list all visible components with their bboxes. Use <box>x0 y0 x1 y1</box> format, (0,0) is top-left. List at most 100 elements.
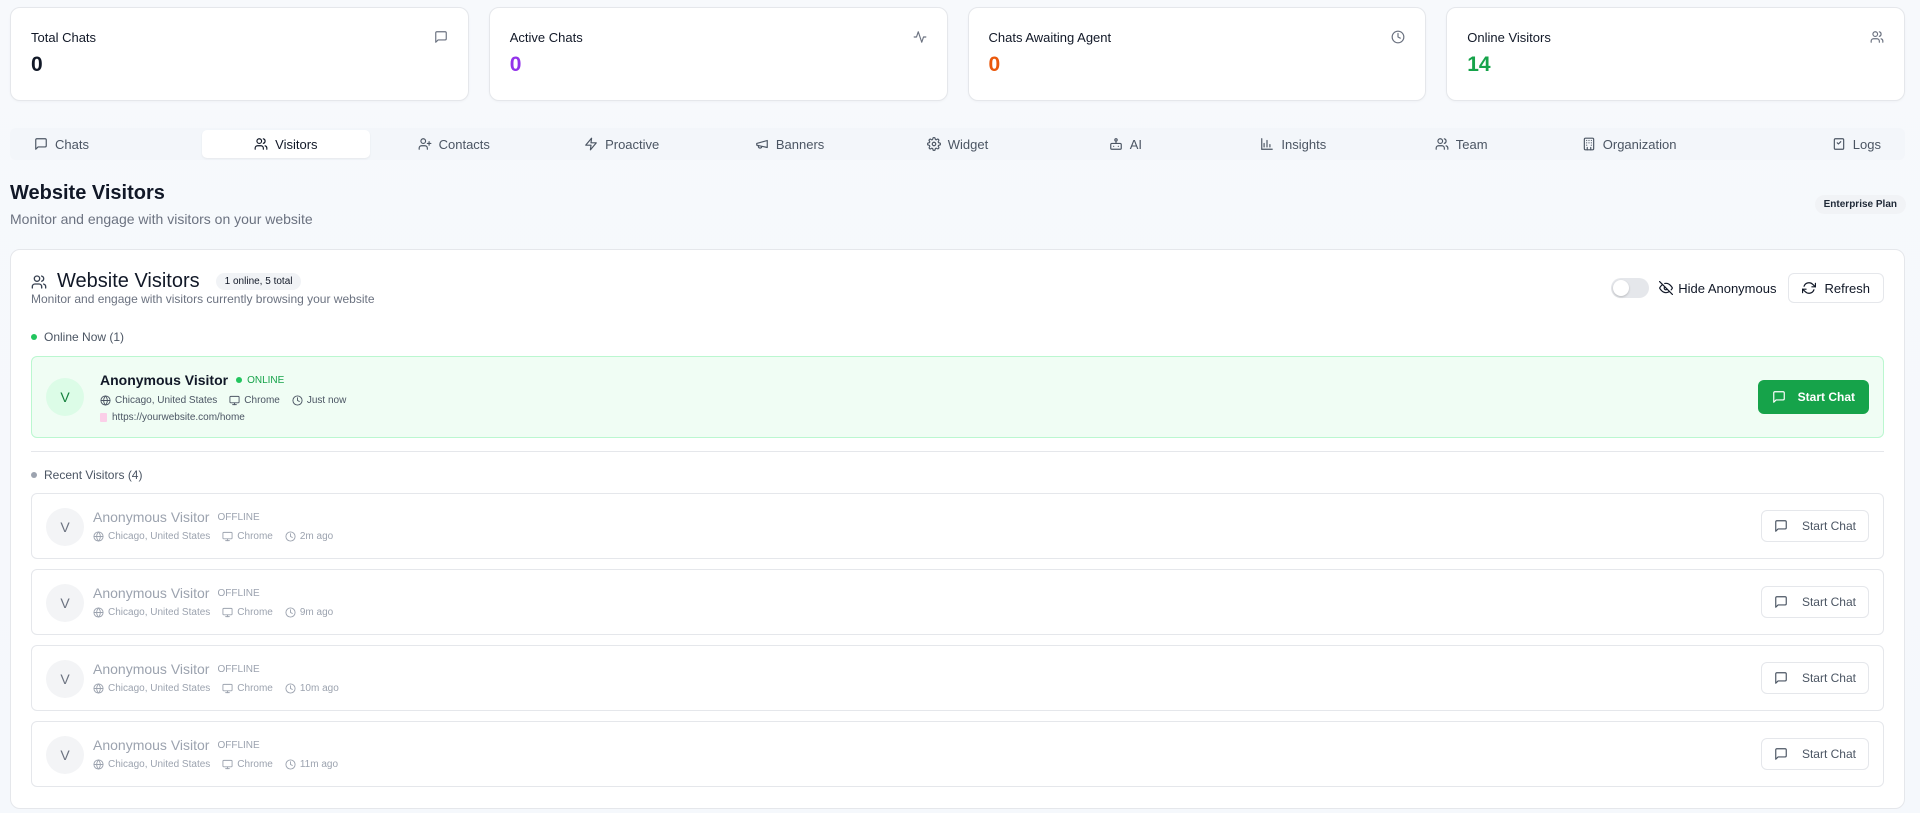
tab-label: Insights <box>1281 136 1327 152</box>
stat-value: 0 <box>31 53 43 76</box>
tab-organization[interactable]: Organization <box>1545 130 1713 158</box>
page-icon <box>100 413 107 422</box>
stat-label: Chats Awaiting Agent <box>988 30 1112 45</box>
visitor-name: Anonymous Visitor <box>93 509 210 525</box>
tab-label: Visitors <box>275 136 318 152</box>
start-chat-label: Start Chat <box>1801 671 1856 685</box>
browser-text: Chrome <box>237 759 273 770</box>
avatar: V <box>46 660 84 698</box>
refresh-icon <box>1802 281 1817 295</box>
avatar: V <box>46 378 84 416</box>
visitor-time: 9m ago <box>285 607 333 618</box>
location-text: Chicago, United States <box>108 531 211 542</box>
tab-insights[interactable]: Insights <box>1209 130 1377 158</box>
tab-logs[interactable]: Logs <box>1713 130 1905 158</box>
start-chat-label: Start Chat <box>1801 595 1856 609</box>
tab-contacts[interactable]: Contacts <box>370 130 538 158</box>
start-chat-button[interactable]: Start Chat <box>1760 662 1869 694</box>
panel-subtitle: Monitor and engage with visitors current… <box>31 292 375 306</box>
hide-anonymous-toggle[interactable] <box>1611 278 1650 298</box>
tab-label: Proactive <box>605 136 660 152</box>
start-chat-button[interactable]: Start Chat <box>1757 380 1869 414</box>
users-icon <box>31 274 47 290</box>
globe-icon <box>93 531 104 542</box>
clock-icon <box>285 683 296 694</box>
stat-card-online-visitors: Online Visitors 14 <box>1446 7 1905 101</box>
visitor-card-recent: V Anonymous Visitor OFFLINE Chicago, Uni… <box>31 721 1884 787</box>
tab-label: Organization <box>1602 136 1677 152</box>
message-square-icon <box>1774 595 1788 609</box>
visitor-name-row: Anonymous Visitor OFFLINE <box>93 509 260 525</box>
start-chat-button[interactable]: Start Chat <box>1760 586 1869 618</box>
tab-label: Widget <box>947 136 989 152</box>
monitor-icon <box>222 607 233 618</box>
visitor-current-url: https://yourwebsite.com/home <box>100 412 245 423</box>
hide-anonymous-label: Hide Anonymous <box>1678 280 1777 296</box>
tab-proactive[interactable]: Proactive <box>538 130 706 158</box>
stat-value: 0 <box>988 53 1001 76</box>
online-section-label: Online Now (1) <box>31 330 124 344</box>
browser-text: Chrome <box>244 395 280 406</box>
avatar: V <box>46 736 84 774</box>
visitor-browser: Chrome <box>229 395 280 406</box>
globe-icon <box>93 607 104 618</box>
activity-icon <box>913 30 927 44</box>
file-icon <box>1832 137 1846 151</box>
visitor-browser: Chrome <box>222 759 273 770</box>
status-badge: OFFLINE <box>217 587 260 599</box>
visitor-browser: Chrome <box>222 531 273 542</box>
visitor-location: Chicago, United States <box>93 607 210 618</box>
toggle-knob <box>1613 280 1630 296</box>
globe-icon <box>100 395 111 406</box>
tab-label: Contacts <box>438 136 490 152</box>
visitor-meta: Chicago, United States Chrome Just now <box>100 395 346 406</box>
stat-card-total-chats: Total Chats 0 <box>10 7 469 101</box>
visitor-card-recent: V Anonymous Visitor OFFLINE Chicago, Uni… <box>31 569 1884 635</box>
main-tabs: Chats Visitors Contacts Proactive Banner… <box>10 128 1905 160</box>
visitor-time: 11m ago <box>285 759 338 770</box>
tab-team[interactable]: Team <box>1377 130 1545 158</box>
start-chat-button[interactable]: Start Chat <box>1760 510 1869 542</box>
monitor-icon <box>222 531 233 542</box>
time-text: 11m ago <box>299 759 339 770</box>
message-square-icon <box>1774 519 1788 533</box>
panel-title: Website Visitors <box>57 270 200 292</box>
url-text: https://yourwebsite.com/home <box>112 412 245 423</box>
time-text: Just now <box>306 395 347 406</box>
browser-text: Chrome <box>237 531 273 542</box>
gear-icon <box>926 137 941 151</box>
users-icon <box>1435 137 1449 151</box>
plan-badge: Enterprise Plan <box>1814 195 1906 214</box>
monitor-icon <box>229 395 240 406</box>
visitor-location: Chicago, United States <box>93 683 210 694</box>
refresh-button[interactable]: Refresh <box>1788 273 1884 303</box>
clock-icon <box>1391 30 1405 44</box>
visitor-name-row: Anonymous Visitor OFFLINE <box>93 585 260 601</box>
start-chat-label: Start Chat <box>1797 390 1855 404</box>
users-icon <box>1870 30 1884 44</box>
visitor-location: Chicago, United States <box>93 531 210 542</box>
visitor-name-row: Anonymous Visitor ONLINE <box>100 372 284 388</box>
status-badge: OFFLINE <box>217 511 260 523</box>
recent-section-label: Recent Visitors (4) <box>31 468 142 482</box>
time-text: 9m ago <box>299 607 334 618</box>
start-chat-label: Start Chat <box>1801 747 1856 761</box>
visitor-name-row: Anonymous Visitor OFFLINE <box>93 661 260 677</box>
visitor-location: Chicago, United States <box>93 759 210 770</box>
visitor-meta: Chicago, United States Chrome 10m ago <box>93 683 339 694</box>
online-dot <box>236 377 243 383</box>
hide-anonymous-label-wrap: Hide Anonymous <box>1659 281 1776 296</box>
visitor-name: Anonymous Visitor <box>100 372 229 388</box>
panel-controls: Hide Anonymous Refresh <box>1611 273 1884 303</box>
tab-banners[interactable]: Banners <box>706 130 874 158</box>
globe-icon <box>93 759 104 770</box>
tab-widget[interactable]: Widget <box>874 130 1042 158</box>
tab-chats[interactable]: Chats <box>10 130 202 158</box>
tab-visitors[interactable]: Visitors <box>201 130 370 158</box>
start-chat-button[interactable]: Start Chat <box>1760 738 1869 770</box>
online-dot <box>31 334 37 340</box>
visitor-time: 10m ago <box>285 683 339 694</box>
megaphone-icon <box>755 137 769 151</box>
section-label-text: Online Now (1) <box>44 330 125 344</box>
tab-ai[interactable]: AI <box>1041 130 1209 158</box>
